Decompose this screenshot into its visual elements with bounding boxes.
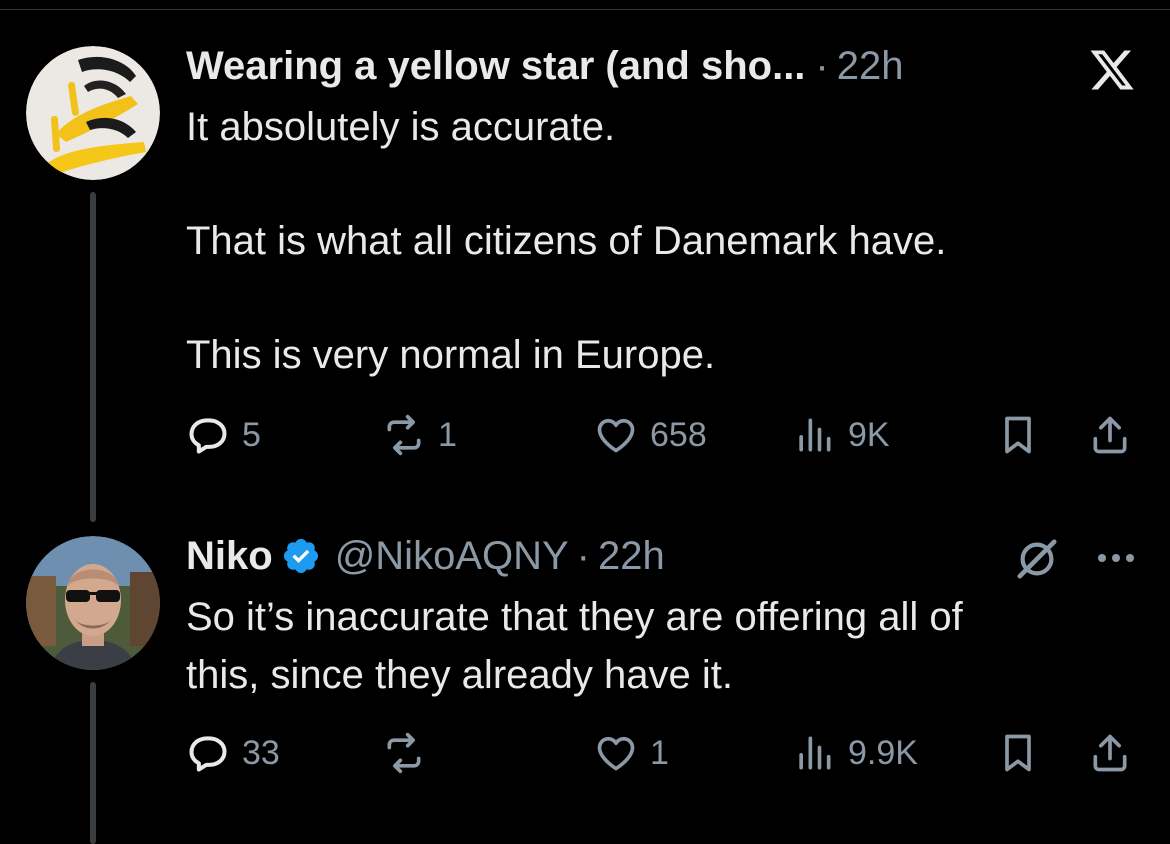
timestamp[interactable]: 22h [837, 42, 904, 90]
heart-icon [597, 736, 635, 771]
share-icon [1093, 416, 1127, 454]
like-count: 658 [650, 415, 707, 454]
like-button[interactable]: 658 [594, 410, 707, 460]
tweet-header: Niko @NikoAQNY · 22h [186, 532, 665, 580]
repost-icon [387, 732, 421, 774]
yellow-heels-avatar-image [26, 46, 160, 180]
x-logo-icon[interactable] [1086, 46, 1138, 94]
timestamp[interactable]: 22h [598, 532, 665, 580]
thread-line [90, 192, 96, 522]
tweet-text-line: This is very normal in Europe. [186, 333, 716, 377]
views-button[interactable]: 9.9K [792, 728, 918, 778]
action-bar: 33 1 9.9K [186, 728, 1136, 778]
heart-icon [597, 418, 635, 453]
repost-button[interactable]: 1 [382, 410, 457, 460]
bookmark-button[interactable] [996, 410, 1040, 460]
views-icon [799, 736, 831, 770]
repost-count: 1 [438, 415, 457, 454]
bookmark-icon [1005, 734, 1031, 772]
user-handle[interactable]: @NikoAQNY [335, 532, 569, 580]
reply-button[interactable]: 33 [186, 728, 280, 778]
reply-button[interactable]: 5 [186, 410, 261, 460]
tweet-text: So it’s inaccurate that they are offerin… [186, 595, 963, 697]
tweet-text-line: It absolutely is accurate. [186, 105, 616, 149]
bookmark-icon [1005, 416, 1031, 454]
author-name[interactable]: Niko [186, 532, 273, 580]
views-count: 9K [848, 415, 890, 454]
reply-count: 33 [242, 733, 280, 772]
man-with-sunglasses-avatar-image [26, 536, 160, 670]
like-button[interactable]: 1 [594, 728, 669, 778]
views-count: 9.9K [848, 733, 918, 772]
avatar[interactable] [26, 536, 160, 670]
share-icon [1093, 734, 1127, 772]
repost-icon [387, 414, 421, 456]
reply-icon [189, 736, 227, 772]
verified-badge-icon [281, 536, 321, 576]
action-bar: 5 1 658 9K [186, 410, 1136, 460]
more-icon[interactable] [1094, 546, 1138, 570]
reply-count: 5 [242, 415, 261, 454]
repost-button[interactable] [382, 728, 438, 778]
share-button[interactable] [1088, 728, 1132, 778]
top-divider [0, 9, 1170, 10]
thread-line [90, 682, 96, 844]
views-icon [799, 418, 831, 452]
grok-icon[interactable] [1014, 536, 1060, 582]
bookmark-button[interactable] [996, 728, 1040, 778]
tweet-header: Wearing a yellow star (and sho... · 22h [186, 42, 904, 90]
author-name[interactable]: Wearing a yellow star (and sho... [186, 42, 805, 90]
avatar[interactable] [26, 46, 160, 180]
tweet-text-line: That is what all citizens of Danemark ha… [186, 219, 947, 263]
views-button[interactable]: 9K [792, 410, 890, 460]
reply-icon [189, 418, 227, 454]
share-button[interactable] [1088, 410, 1132, 460]
separator: · [576, 534, 590, 578]
separator: · [815, 44, 829, 88]
like-count: 1 [650, 733, 669, 772]
